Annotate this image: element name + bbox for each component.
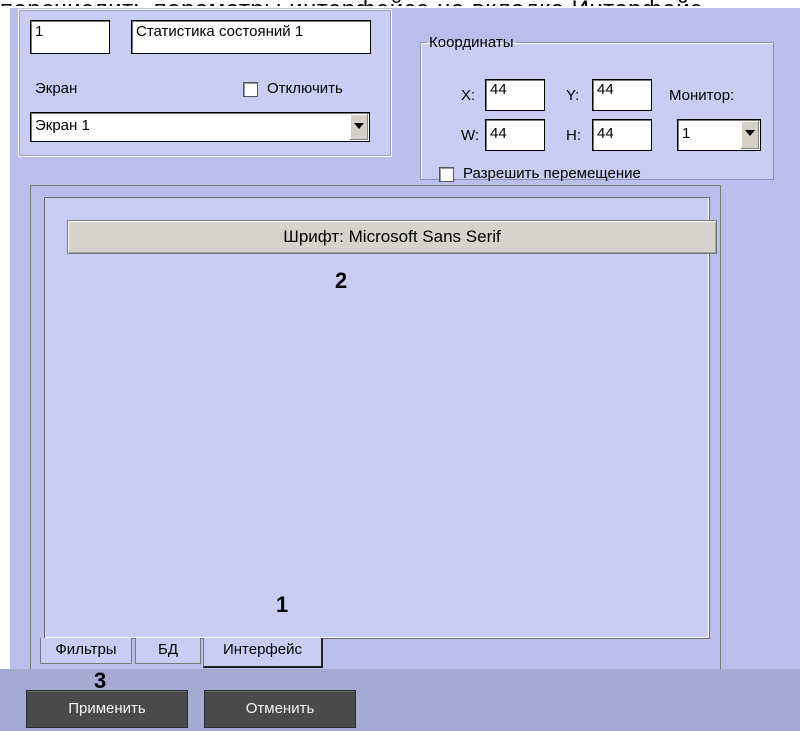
coordinates-legend: Координаты — [429, 34, 514, 51]
callout-1: 1 — [276, 592, 289, 617]
w-field[interactable]: 44 — [485, 119, 545, 151]
window-settings-group: 1 Статистика состояний 1 Экран Отключить… — [18, 9, 392, 157]
tab-control: Шрифт: Microsoft Sans Serif 2 1 Фильтры … — [30, 185, 721, 679]
button-bar: Применить Отменить — [0, 669, 800, 731]
callout-2: 2 — [335, 268, 348, 293]
disable-checkbox[interactable] — [243, 82, 258, 97]
x-label: X: — [461, 87, 476, 104]
x-field[interactable]: 44 — [485, 79, 545, 111]
w-label: W: — [461, 127, 480, 144]
disable-label: Отключить — [267, 80, 343, 97]
cropped-heading-text: перечислить параметры интерфейса на вкла… — [0, 0, 800, 6]
coordinates-group: Координаты X: 44 Y: 44 Монитор: W: 44 H:… — [420, 34, 774, 182]
settings-panel: 1 Статистика состояний 1 Экран Отключить… — [10, 8, 800, 731]
allow-move-label: Разрешить перемещение — [463, 165, 641, 182]
tab-filters-label: Фильтры — [55, 641, 117, 658]
monitor-select[interactable]: 1 — [677, 119, 761, 151]
tab-db[interactable]: БД — [135, 638, 201, 664]
tab-page-interface: Шрифт: Microsoft Sans Serif 2 1 — [44, 197, 717, 639]
screen-label: Экран — [35, 80, 78, 97]
tab-db-label: БД — [157, 641, 178, 658]
y-field[interactable]: 44 — [592, 79, 652, 111]
id-field[interactable]: 1 — [30, 20, 110, 54]
monitor-select-value: 1 — [682, 125, 691, 142]
callout-3: 3 — [94, 668, 107, 693]
chevron-down-icon[interactable] — [740, 121, 759, 149]
h-label: H: — [566, 127, 581, 144]
y-label: Y: — [566, 87, 580, 104]
tab-filters[interactable]: Фильтры — [40, 638, 132, 664]
tab-interface[interactable]: Интерфейс — [203, 638, 323, 668]
name-field[interactable]: Статистика состояний 1 — [131, 20, 371, 54]
tab-interface-label: Интерфейс — [222, 641, 302, 658]
screen-select-value: Экран 1 — [35, 117, 90, 134]
font-button[interactable]: Шрифт: Microsoft Sans Serif — [67, 220, 717, 254]
apply-button[interactable]: Применить — [26, 690, 188, 728]
h-field[interactable]: 44 — [592, 119, 652, 151]
cancel-button[interactable]: Отменить — [204, 690, 356, 728]
allow-move-checkbox[interactable] — [439, 167, 454, 182]
chevron-down-icon[interactable] — [349, 114, 368, 140]
screen-select[interactable]: Экран 1 — [30, 112, 370, 142]
monitor-label: Монитор: — [669, 87, 735, 104]
